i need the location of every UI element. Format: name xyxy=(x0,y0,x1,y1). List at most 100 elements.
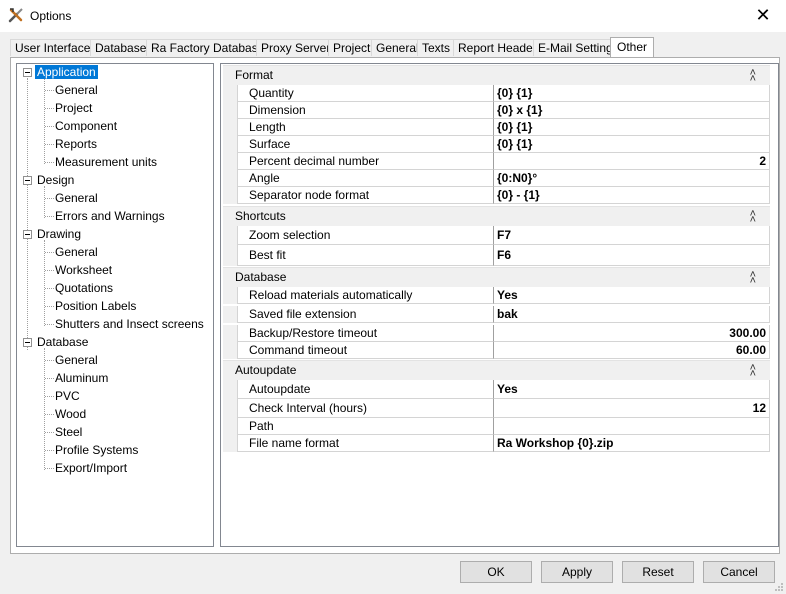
property-row[interactable]: Autoupdate Yes xyxy=(223,380,770,399)
property-row[interactable]: Reload materials automatically Yes xyxy=(223,287,770,304)
tree-node-application-component[interactable]: Component xyxy=(55,118,117,134)
tree-node-drawing-shutters[interactable]: Shutters and Insect screens xyxy=(55,316,204,332)
tree-node-database-wood[interactable]: Wood xyxy=(55,406,86,422)
property-name: Length xyxy=(237,119,494,136)
ok-button[interactable]: OK xyxy=(460,561,532,583)
tree-node-drawing[interactable]: Drawing xyxy=(37,226,81,242)
property-name: Zoom selection xyxy=(237,226,494,245)
double-chevron-up-icon[interactable]: ˄ ˄ xyxy=(750,68,756,85)
reset-button[interactable]: Reset xyxy=(622,561,694,583)
tree-node-design-errors-warnings[interactable]: Errors and Warnings xyxy=(55,208,165,224)
minus-box-icon[interactable] xyxy=(23,68,32,77)
minus-box-icon[interactable] xyxy=(23,230,32,239)
category-format[interactable]: Format ˄ ˄ xyxy=(223,65,770,85)
double-chevron-up-icon[interactable]: ˄ ˄ xyxy=(750,363,756,380)
tab-user-interface[interactable]: User Interface xyxy=(10,39,96,56)
tab-database[interactable]: Database xyxy=(90,39,152,56)
property-row[interactable]: Zoom selection F7 xyxy=(223,226,770,245)
property-value[interactable]: F6 xyxy=(494,245,770,266)
tree-node-database-export-import[interactable]: Export/Import xyxy=(55,460,127,476)
property-row[interactable]: Backup/Restore timeout 300.00 xyxy=(223,325,770,342)
tree-node-application-project[interactable]: Project xyxy=(55,100,92,116)
property-row[interactable]: Saved file extension bak xyxy=(223,306,770,323)
property-value[interactable]: 60.00 xyxy=(494,342,770,359)
property-value[interactable]: Yes xyxy=(494,380,770,399)
property-value[interactable] xyxy=(494,418,770,435)
tree-node-application-general[interactable]: General xyxy=(55,82,98,98)
tree-node-database-aluminum[interactable]: Aluminum xyxy=(55,370,108,386)
tree-connector xyxy=(45,162,54,163)
double-chevron-up-icon[interactable]: ˄ ˄ xyxy=(750,270,756,287)
double-chevron-up-icon[interactable]: ˄ ˄ xyxy=(750,209,756,226)
property-row[interactable]: Check Interval (hours) 12 xyxy=(223,399,770,418)
tree-node-database-general[interactable]: General xyxy=(55,352,98,368)
tree-node-application-reports[interactable]: Reports xyxy=(55,136,97,152)
property-value[interactable]: 2 xyxy=(494,153,770,170)
tree-node-database[interactable]: Database xyxy=(37,334,88,350)
property-row[interactable]: Command timeout 60.00 xyxy=(223,342,770,359)
category-tree[interactable]: Application General Project Component Re… xyxy=(16,63,214,547)
property-value[interactable]: 300.00 xyxy=(494,325,770,342)
tree-node-design-general[interactable]: General xyxy=(55,190,98,206)
tree-node-database-pvc[interactable]: PVC xyxy=(55,388,80,404)
property-name: Surface xyxy=(237,136,494,153)
property-value[interactable]: {0} {1} xyxy=(494,136,770,153)
property-value[interactable]: {0} x {1} xyxy=(494,102,770,119)
tree-connector xyxy=(45,306,54,307)
tree-node-drawing-general[interactable]: General xyxy=(55,244,98,260)
property-value[interactable]: {0:N0}° xyxy=(494,170,770,187)
tab-other[interactable]: Other xyxy=(610,37,655,57)
property-row[interactable]: Length {0} {1} xyxy=(223,119,770,136)
tree-connector xyxy=(45,270,54,271)
category-label: Autoupdate xyxy=(235,363,297,377)
property-row[interactable]: Path xyxy=(223,418,770,435)
category-autoupdate[interactable]: Autoupdate ˄ ˄ xyxy=(223,360,770,380)
category-shortcuts[interactable]: Shortcuts ˄ ˄ xyxy=(223,206,770,226)
tree-connector xyxy=(45,468,54,469)
property-row[interactable]: Dimension {0} x {1} xyxy=(223,102,770,119)
tree-branch-line xyxy=(44,186,45,218)
tab-project[interactable]: Project xyxy=(328,39,376,56)
property-name: Quantity xyxy=(237,85,494,102)
property-row[interactable]: Best fit F6 xyxy=(223,245,770,266)
property-value[interactable]: F7 xyxy=(494,226,770,245)
property-row[interactable]: Separator node format {0} - {1} xyxy=(223,187,770,204)
apply-button[interactable]: Apply xyxy=(541,561,613,583)
tree-node-design[interactable]: Design xyxy=(37,172,74,188)
property-value[interactable]: {0} {1} xyxy=(494,85,770,102)
minus-box-icon[interactable] xyxy=(23,176,32,185)
minus-box-icon[interactable] xyxy=(23,338,32,347)
tree-connector xyxy=(45,378,54,379)
tree-node-drawing-worksheet[interactable]: Worksheet xyxy=(55,262,112,278)
category-database[interactable]: Database ˄ ˄ xyxy=(223,267,770,287)
property-row[interactable]: Angle {0:N0}° xyxy=(223,170,770,187)
close-button[interactable]: ✕ xyxy=(740,0,786,32)
tree-node-database-profile-systems[interactable]: Profile Systems xyxy=(55,442,138,458)
tab-proxy-server[interactable]: Proxy Server xyxy=(256,39,336,56)
tab-texts[interactable]: Texts xyxy=(417,39,456,56)
tab-report-header[interactable]: Report Header xyxy=(453,39,542,56)
property-grid[interactable]: Format ˄ ˄ Quantity {0} {1} Dimension {0} x… xyxy=(220,63,779,547)
tree-node-application-measurement-units[interactable]: Measurement units xyxy=(55,154,157,170)
category-label: Shortcuts xyxy=(235,209,286,223)
property-value[interactable]: bak xyxy=(494,306,770,323)
property-row[interactable]: File name format Ra Workshop {0}.zip xyxy=(223,435,770,452)
category-label: Format xyxy=(235,68,274,82)
property-value[interactable]: Ra Workshop {0}.zip xyxy=(494,435,770,452)
tree-node-application[interactable]: Application xyxy=(35,64,98,80)
property-value[interactable]: {0} {1} xyxy=(494,119,770,136)
property-value[interactable]: 12 xyxy=(494,399,770,418)
property-value[interactable]: Yes xyxy=(494,287,770,304)
property-value[interactable]: {0} - {1} xyxy=(494,187,770,204)
tree-node-drawing-position-labels[interactable]: Position Labels xyxy=(55,298,136,314)
property-row[interactable]: Surface {0} {1} xyxy=(223,136,770,153)
resize-grip-icon[interactable] xyxy=(774,582,784,592)
cancel-button[interactable]: Cancel xyxy=(703,561,775,583)
property-row[interactable]: Quantity {0} {1} xyxy=(223,85,770,102)
tab-general[interactable]: General xyxy=(371,39,424,56)
tree-node-database-steel[interactable]: Steel xyxy=(55,424,82,440)
tree-node-drawing-quotations[interactable]: Quotations xyxy=(55,280,113,296)
tab-ra-factory-database[interactable]: Ra Factory Database xyxy=(146,39,270,56)
property-row[interactable]: Percent decimal number 2 xyxy=(223,153,770,170)
close-icon: ✕ xyxy=(755,5,771,25)
